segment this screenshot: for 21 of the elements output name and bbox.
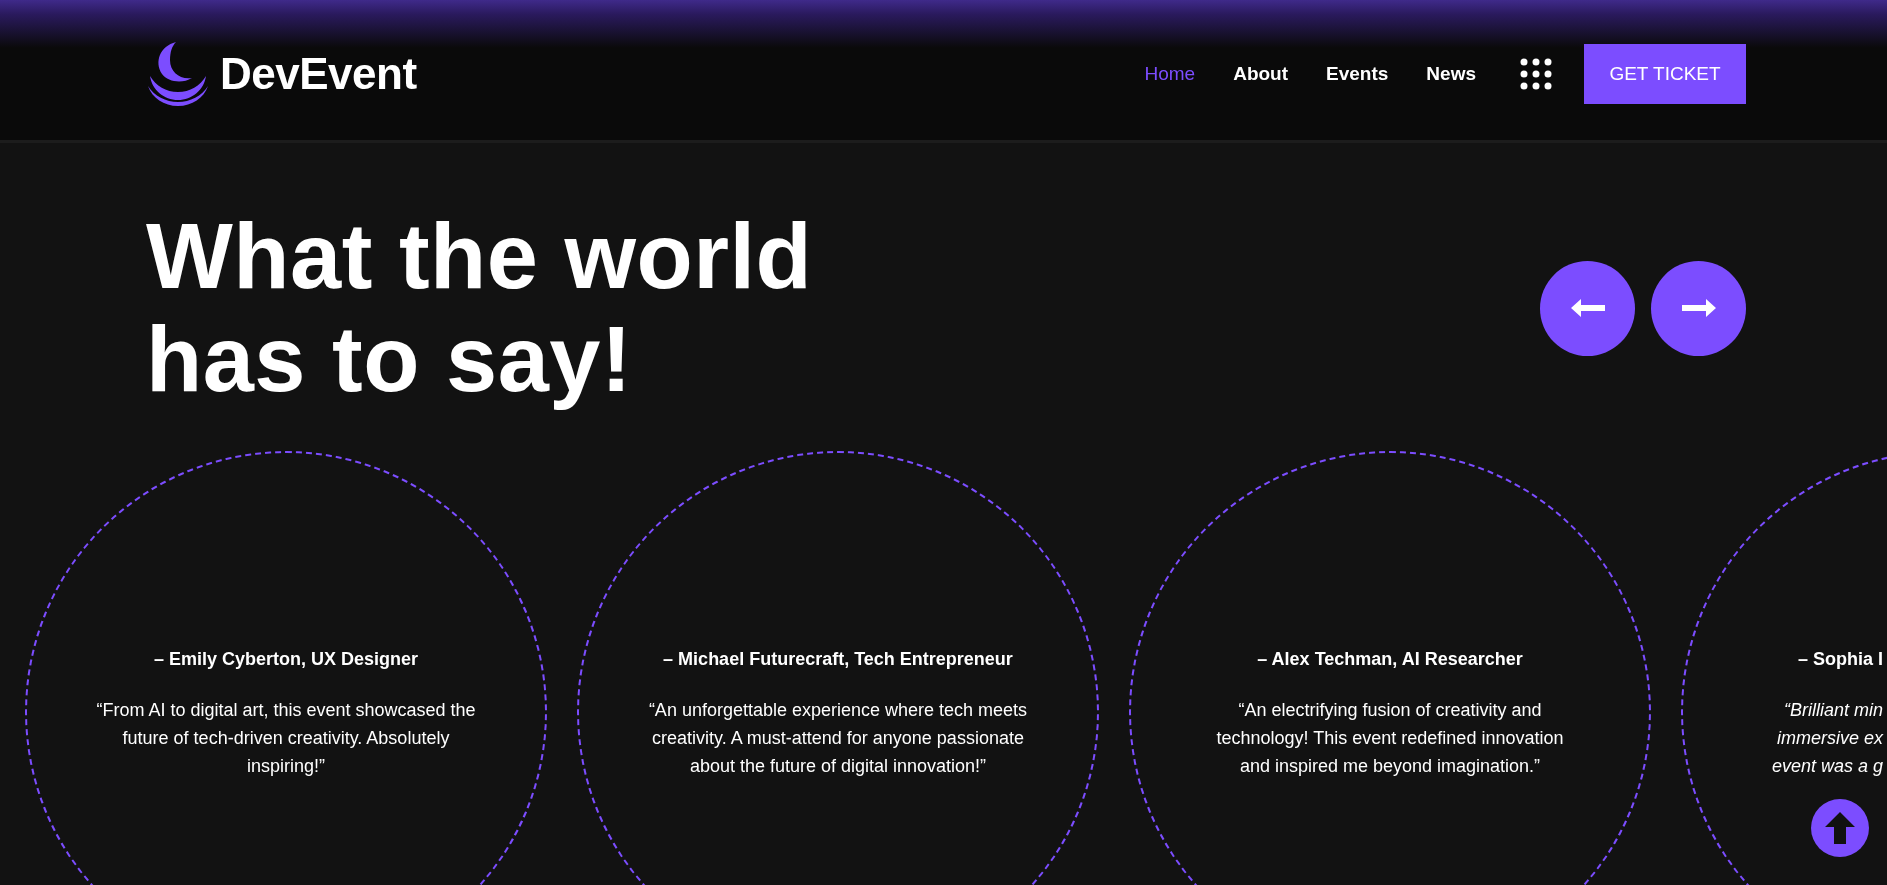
author-name: – Emily Cyberton, UX Designer <box>153 649 419 671</box>
get-ticket-button[interactable]: GET TICKET <box>1584 44 1746 104</box>
nav-link[interactable]: Events <box>1326 63 1389 85</box>
author-name: – Alex Techman, AI Researcher <box>1257 649 1523 671</box>
quote-text: “An unforgettable experience where tech meets creativity. A must-attend for anyone passionate about the future of digital innovation!” <box>648 699 1028 779</box>
section-title: What the world has to say! <box>146 205 813 412</box>
left-arrow-icon <box>1570 299 1605 318</box>
crescent-logo-icon <box>146 40 210 108</box>
right-arrow-icon <box>1681 299 1716 318</box>
quote-text: “From AI to digital art, this event showcased the future of tech-driven creativity. Absolutely inspiring!” <box>96 699 476 779</box>
scroll-to-top-button[interactable] <box>1811 799 1869 857</box>
nav-link[interactable]: Home <box>1144 63 1196 85</box>
nav-link[interactable]: About <box>1233 63 1289 85</box>
up-arrow-icon <box>1825 812 1855 844</box>
author-name: – Michael Futurecraft, Tech Entrepreneur <box>663 649 1013 671</box>
quote-text: “Brilliant min immersive ex event was a g <box>1771 699 1883 779</box>
nav-link[interactable]: News <box>1426 63 1476 85</box>
quote-text: “An electrifying fusion of creativity and technology! This event redefined innovation and inspired me beyond imagination.” <box>1216 699 1564 779</box>
logo-text[interactable]: DevEvent <box>220 49 417 99</box>
author-name: – Sophia I <box>1797 649 1883 671</box>
grid-menu-icon[interactable] <box>1520 58 1552 90</box>
